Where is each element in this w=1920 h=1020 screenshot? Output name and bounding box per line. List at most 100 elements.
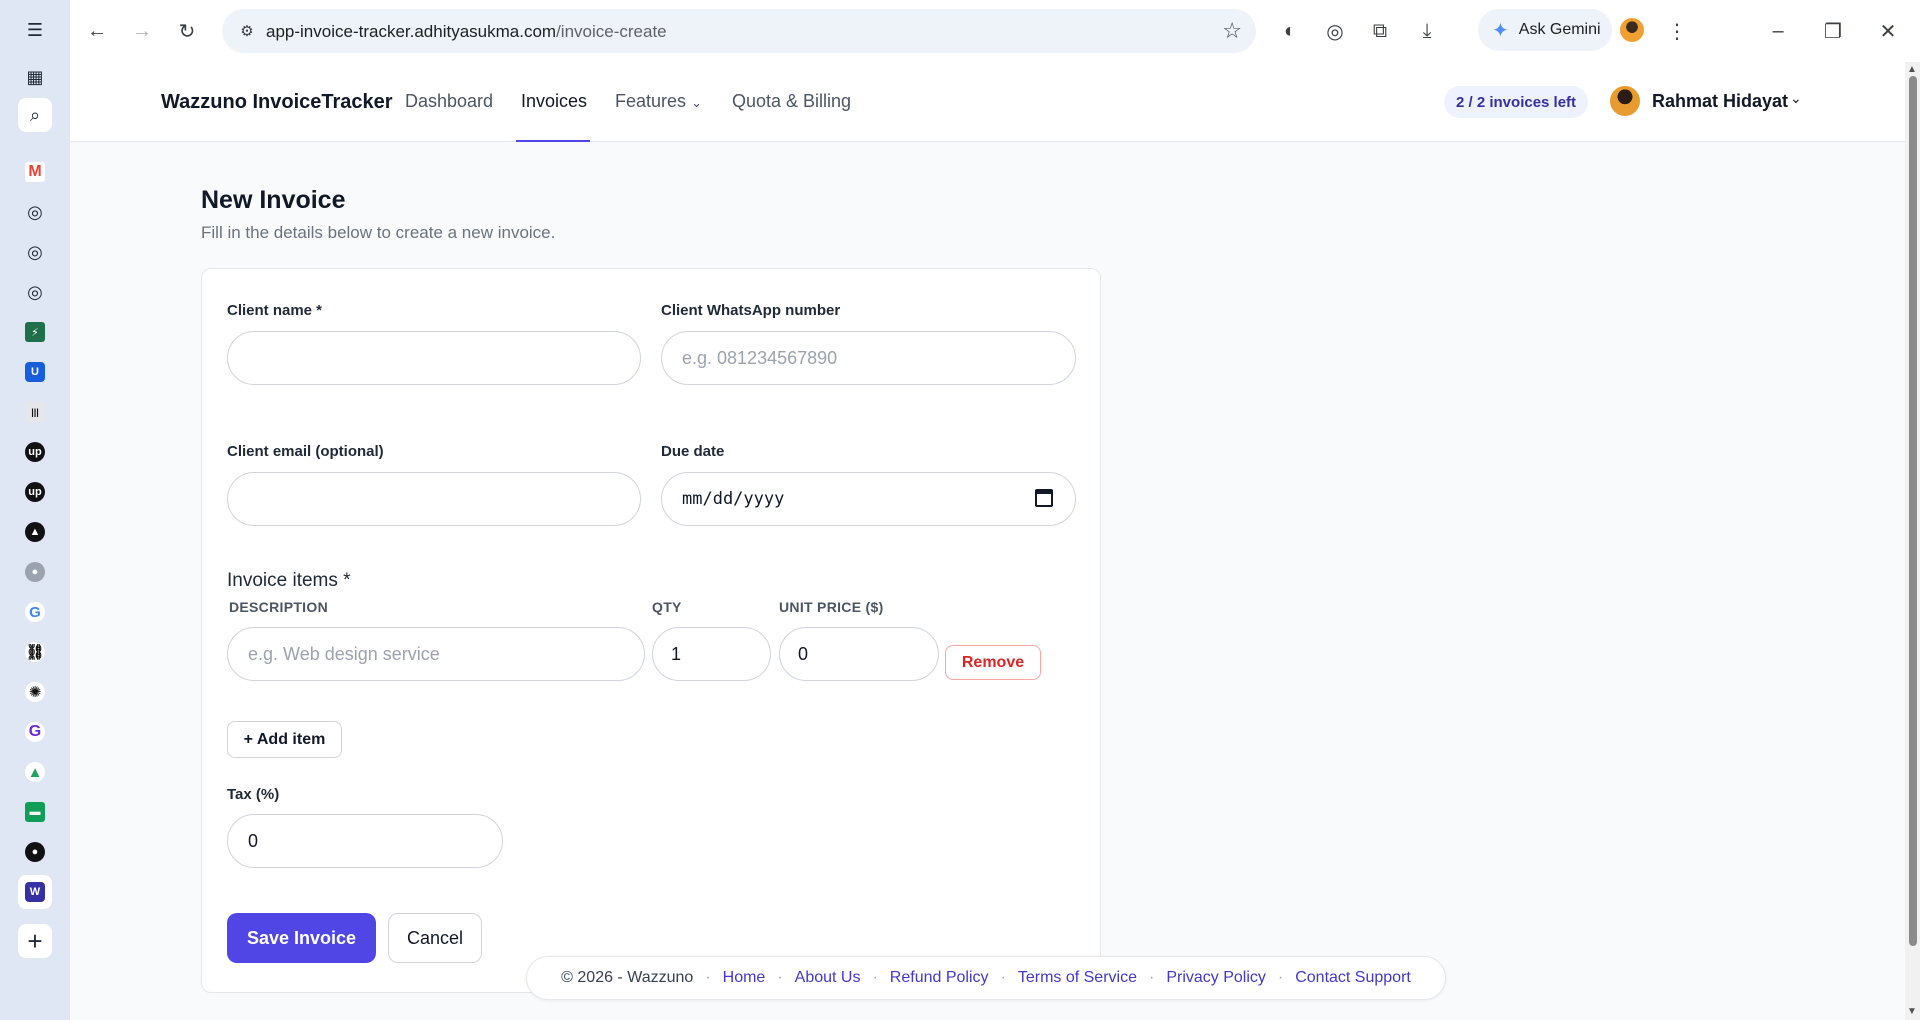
upwork-icon[interactable]: up bbox=[18, 475, 52, 509]
save-invoice-button[interactable]: Save Invoice bbox=[227, 913, 376, 963]
col-qty-header: QTY bbox=[652, 599, 682, 615]
calendar-icon[interactable] bbox=[1035, 489, 1053, 507]
triangle-icon[interactable]: ▲ bbox=[18, 515, 52, 549]
openai-icon[interactable]: ✺ bbox=[18, 675, 52, 709]
site-info-icon[interactable]: ⚙ bbox=[236, 20, 258, 42]
ask-gemini-button[interactable]: ✦ Ask Gemini bbox=[1478, 9, 1612, 51]
link-icon[interactable]: ⛓ bbox=[18, 635, 52, 669]
back-icon[interactable]: ← bbox=[82, 16, 112, 46]
nav-features[interactable]: Features ⌄ bbox=[615, 91, 702, 112]
whatsapp-label: Client WhatsApp number bbox=[661, 302, 841, 319]
scroll-down-icon[interactable]: ▼ bbox=[1907, 1006, 1917, 1017]
google-icon[interactable]: G bbox=[18, 595, 52, 629]
drive-icon[interactable]: ▲ bbox=[18, 755, 52, 789]
due-date-input[interactable]: mm/dd/yyyy bbox=[661, 472, 1076, 526]
barcode-icon[interactable]: ||| bbox=[18, 395, 52, 429]
browser-toolbar: ← → ↻ ⚙ app-invoice-tracker.adhityasukma… bbox=[70, 0, 1920, 62]
whatsapp-input[interactable]: e.g. 081234567890 bbox=[661, 331, 1076, 385]
target-icon[interactable]: ◎ bbox=[18, 235, 52, 269]
address-bar[interactable]: ⚙ app-invoice-tracker.adhityasukma.com/i… bbox=[222, 9, 1256, 53]
page-scrollbar[interactable]: ▲ ▼ bbox=[1905, 62, 1920, 1020]
minimize-icon[interactable]: – bbox=[1764, 17, 1792, 45]
footer-separator: · bbox=[705, 969, 711, 986]
nav-dashboard[interactable]: Dashboard bbox=[405, 91, 493, 112]
footer-copyright: © 2026 - Wazzuno bbox=[561, 969, 694, 986]
quota-badge: 2 / 2 invoices left bbox=[1444, 86, 1589, 118]
forward-icon[interactable]: → bbox=[127, 16, 157, 46]
due-date-placeholder: mm/dd/yyyy bbox=[682, 489, 785, 509]
item-description-input[interactable]: e.g. Web design service bbox=[227, 627, 645, 681]
avatar[interactable] bbox=[1610, 86, 1640, 116]
page-viewport: Wazzuno InvoiceTracker Dashboard Invoice… bbox=[70, 62, 1905, 1020]
gmail-icon[interactable]: M bbox=[18, 155, 52, 189]
footer-separator: · bbox=[872, 969, 878, 986]
email-input[interactable] bbox=[227, 472, 641, 526]
item-description-placeholder: e.g. Web design service bbox=[248, 643, 440, 664]
email-label: Client email (optional) bbox=[227, 443, 384, 460]
client-name-label: Client name * bbox=[227, 302, 323, 319]
grammarly-icon[interactable]: G bbox=[18, 715, 52, 749]
nav-features-label: Features bbox=[615, 91, 687, 111]
target-icon[interactable]: ◎ bbox=[18, 275, 52, 309]
reload-icon[interactable]: ↻ bbox=[172, 16, 202, 46]
item-unit-price-input[interactable]: 0 bbox=[779, 627, 939, 681]
browser-profile-avatar[interactable] bbox=[1620, 18, 1644, 42]
brand-logo[interactable]: Wazzuno InvoiceTracker bbox=[161, 91, 393, 114]
remove-item-button[interactable]: Remove bbox=[945, 645, 1041, 680]
restore-icon[interactable]: ❐ bbox=[1819, 17, 1847, 45]
add-item-button[interactable]: + Add item bbox=[227, 721, 342, 758]
bitwarden-icon[interactable]: U bbox=[18, 355, 52, 389]
browser-sidebar: ☰ ▦ ⌕ M ◎ ◎ ◎ ⚡ U ||| up up ▲ ● G ⛓ ✺ G … bbox=[0, 0, 70, 1020]
footer-separator: · bbox=[1000, 969, 1006, 986]
footer-separator: · bbox=[1277, 969, 1284, 986]
user-name[interactable]: Rahmat Hidayat bbox=[1652, 91, 1788, 112]
invoice-items-title: Invoice items * bbox=[227, 570, 351, 591]
scrollbar-thumb[interactable] bbox=[1909, 76, 1917, 946]
footer-separator: · bbox=[1148, 969, 1155, 986]
col-unit-price-header: UNIT PRICE ($) bbox=[779, 599, 884, 615]
footer-link-about[interactable]: About Us bbox=[795, 969, 861, 987]
menu-icon[interactable]: ☰ bbox=[18, 13, 52, 47]
chevron-down-icon[interactable]: ⌄ bbox=[1790, 90, 1802, 107]
gemini-spark-icon: ✦ bbox=[1492, 19, 1509, 42]
active-nav-indicator bbox=[516, 140, 590, 142]
item-qty-input[interactable]: 1 bbox=[652, 627, 771, 681]
github-icon[interactable]: ● bbox=[18, 835, 52, 869]
footer-link-support[interactable]: Contact Support bbox=[1295, 969, 1411, 987]
download-icon[interactable]: ⤓ bbox=[1412, 16, 1442, 46]
close-icon[interactable]: ✕ bbox=[1874, 17, 1902, 45]
tab-groups-icon[interactable]: ▦ bbox=[18, 60, 52, 94]
tax-input[interactable]: 0 bbox=[227, 814, 503, 868]
extensions-icon[interactable]: ⧉ bbox=[1365, 16, 1395, 46]
whatsapp-placeholder: e.g. 081234567890 bbox=[682, 347, 838, 368]
wazzuno-icon[interactable]: W bbox=[18, 875, 52, 909]
footer-bar: © 2026 - Wazzuno · Home · About Us · Ref… bbox=[526, 956, 1446, 1000]
footer-link-terms[interactable]: Terms of Service bbox=[1018, 969, 1137, 987]
globe-icon[interactable]: ● bbox=[18, 555, 52, 589]
client-name-input[interactable] bbox=[227, 331, 641, 385]
lens-icon[interactable]: ◐ bbox=[1275, 16, 1305, 46]
add-icon[interactable]: + bbox=[18, 924, 52, 958]
footer-separator: · bbox=[777, 969, 783, 986]
target-icon[interactable]: ◎ bbox=[1320, 16, 1350, 46]
upwork-icon[interactable]: up bbox=[18, 435, 52, 469]
url-text[interactable]: app-invoice-tracker.adhityasukma.com/inv… bbox=[266, 22, 667, 42]
search-tabs-icon[interactable]: ⌕ bbox=[18, 98, 52, 132]
bolt-icon[interactable]: ⚡ bbox=[18, 315, 52, 349]
sheets-icon[interactable]: ▬ bbox=[18, 795, 52, 829]
col-description-header: DESCRIPTION bbox=[229, 599, 328, 615]
kebab-menu-icon[interactable]: ⋮ bbox=[1662, 16, 1692, 46]
bookmark-star-icon[interactable]: ☆ bbox=[1222, 18, 1242, 44]
nav-quota-billing[interactable]: Quota & Billing bbox=[732, 91, 851, 112]
footer-link-privacy[interactable]: Privacy Policy bbox=[1166, 969, 1266, 987]
gemini-label: Ask Gemini bbox=[1518, 21, 1601, 38]
target-icon[interactable]: ◎ bbox=[18, 195, 52, 229]
page-subtitle: Fill in the details below to create a ne… bbox=[201, 223, 556, 242]
scroll-up-icon[interactable]: ▲ bbox=[1907, 64, 1917, 75]
nav-invoices[interactable]: Invoices bbox=[521, 91, 587, 112]
footer-link-home[interactable]: Home bbox=[723, 969, 766, 987]
page-title: New Invoice bbox=[201, 186, 346, 214]
due-date-label: Due date bbox=[661, 443, 725, 460]
cancel-button[interactable]: Cancel bbox=[388, 913, 482, 963]
footer-link-refund[interactable]: Refund Policy bbox=[890, 969, 989, 987]
